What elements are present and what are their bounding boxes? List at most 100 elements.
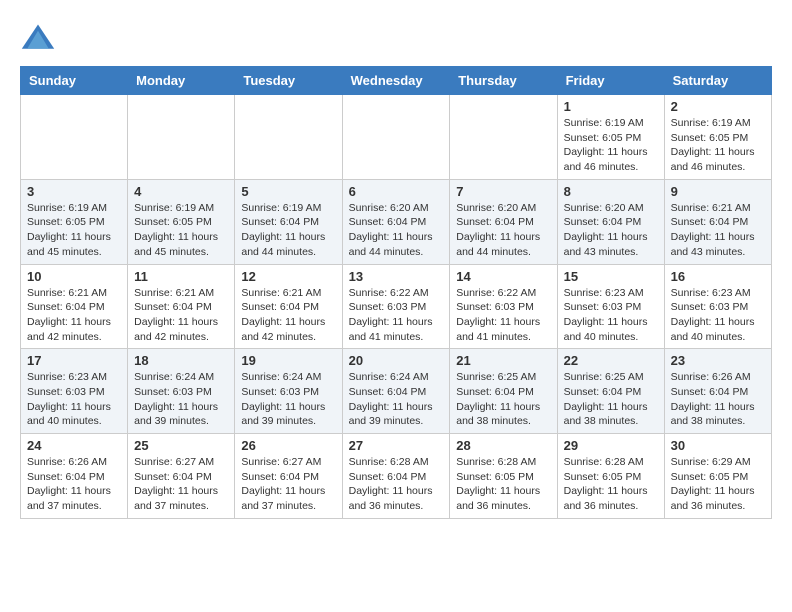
calendar-cell: 30Sunrise: 6:29 AM Sunset: 6:05 PM Dayli… [664,434,771,519]
day-info: Sunrise: 6:26 AM Sunset: 6:04 PM Dayligh… [671,370,765,429]
day-info: Sunrise: 6:28 AM Sunset: 6:05 PM Dayligh… [456,455,550,514]
calendar-cell: 21 Sunrise: 6:25 AM Sunset: 6:04 PM Dayli… [450,349,557,434]
day-info: Sunrise: 6:21 AM Sunset: 6:04 PM Dayligh… [134,286,228,345]
day-number: 19 [241,353,335,368]
day-info: Sunrise: 6:27 AM Sunset: 6:04 PM Dayligh… [134,455,228,514]
calendar-week-row: 10Sunrise: 6:21 AM Sunset: 6:04 PM Dayli… [21,264,772,349]
calendar-cell: 29 Sunrise: 6:28 AM Sunset: 6:05 PM Dayli… [557,434,664,519]
day-of-week-header: Thursday [450,67,557,95]
day-info: Sunrise: 6:22 AM Sunset: 6:03 PM Dayligh… [456,286,550,345]
day-info: Sunrise: 6:25 AM Sunset: 6:04 PM Dayligh… [456,370,550,429]
day-of-week-header: Sunday [21,67,128,95]
calendar-week-row: 3 Sunrise: 6:19 AM Sunset: 6:05 PM Daylig… [21,179,772,264]
day-of-week-header: Monday [128,67,235,95]
day-number: 14 [456,269,550,284]
calendar-cell: 13 Sunrise: 6:22 AM Sunset: 6:03 PM Dayli… [342,264,450,349]
calendar-cell: 9 Sunrise: 6:21 AM Sunset: 6:04 PM Daylig… [664,179,771,264]
day-info: Sunrise: 6:19 AM Sunset: 6:05 PM Dayligh… [564,116,658,175]
day-info: Sunrise: 6:28 AM Sunset: 6:04 PM Dayligh… [349,455,444,514]
day-number: 23 [671,353,765,368]
day-of-week-header: Friday [557,67,664,95]
page-header [20,20,772,56]
day-info: Sunrise: 6:24 AM Sunset: 6:03 PM Dayligh… [134,370,228,429]
day-info: Sunrise: 6:21 AM Sunset: 6:04 PM Dayligh… [671,201,765,260]
day-number: 9 [671,184,765,199]
day-info: Sunrise: 6:21 AM Sunset: 6:04 PM Dayligh… [27,286,121,345]
calendar-cell [342,95,450,180]
day-number: 8 [564,184,658,199]
logo [20,20,60,56]
day-info: Sunrise: 6:22 AM Sunset: 6:03 PM Dayligh… [349,286,444,345]
day-info: Sunrise: 6:25 AM Sunset: 6:04 PM Dayligh… [564,370,658,429]
calendar-week-row: 24 Sunrise: 6:26 AM Sunset: 6:04 PM Dayli… [21,434,772,519]
day-number: 28 [456,438,550,453]
day-info: Sunrise: 6:20 AM Sunset: 6:04 PM Dayligh… [456,201,550,260]
day-number: 12 [241,269,335,284]
day-of-week-header: Tuesday [235,67,342,95]
calendar-cell [235,95,342,180]
day-number: 24 [27,438,121,453]
calendar-week-row: 1Sunrise: 6:19 AM Sunset: 6:05 PM Daylig… [21,95,772,180]
calendar-cell: 4 Sunrise: 6:19 AM Sunset: 6:05 PM Daylig… [128,179,235,264]
calendar-cell: 26Sunrise: 6:27 AM Sunset: 6:04 PM Dayli… [235,434,342,519]
calendar-cell: 7 Sunrise: 6:20 AM Sunset: 6:04 PM Daylig… [450,179,557,264]
calendar-cell: 14 Sunrise: 6:22 AM Sunset: 6:03 PM Dayli… [450,264,557,349]
day-number: 3 [27,184,121,199]
day-number: 7 [456,184,550,199]
calendar-cell: 5 Sunrise: 6:19 AM Sunset: 6:04 PM Daylig… [235,179,342,264]
calendar-cell: 3 Sunrise: 6:19 AM Sunset: 6:05 PM Daylig… [21,179,128,264]
calendar-cell: 23 Sunrise: 6:26 AM Sunset: 6:04 PM Dayli… [664,349,771,434]
day-info: Sunrise: 6:26 AM Sunset: 6:04 PM Dayligh… [27,455,121,514]
calendar-cell: 22 Sunrise: 6:25 AM Sunset: 6:04 PM Dayli… [557,349,664,434]
calendar-cell: 20 Sunrise: 6:24 AM Sunset: 6:04 PM Dayli… [342,349,450,434]
day-number: 18 [134,353,228,368]
day-number: 22 [564,353,658,368]
calendar-cell: 2 Sunrise: 6:19 AM Sunset: 6:05 PM Daylig… [664,95,771,180]
day-info: Sunrise: 6:27 AM Sunset: 6:04 PM Dayligh… [241,455,335,514]
day-number: 20 [349,353,444,368]
day-number: 25 [134,438,228,453]
calendar-cell: 18 Sunrise: 6:24 AM Sunset: 6:03 PM Dayli… [128,349,235,434]
day-info: Sunrise: 6:24 AM Sunset: 6:04 PM Dayligh… [349,370,444,429]
calendar-cell [21,95,128,180]
day-info: Sunrise: 6:23 AM Sunset: 6:03 PM Dayligh… [27,370,121,429]
day-info: Sunrise: 6:23 AM Sunset: 6:03 PM Dayligh… [564,286,658,345]
logo-icon [20,20,56,56]
day-number: 5 [241,184,335,199]
day-of-week-header: Saturday [664,67,771,95]
calendar-cell: 28 Sunrise: 6:28 AM Sunset: 6:05 PM Dayli… [450,434,557,519]
calendar-cell: 24 Sunrise: 6:26 AM Sunset: 6:04 PM Dayli… [21,434,128,519]
calendar-cell [128,95,235,180]
day-number: 17 [27,353,121,368]
calendar-cell: 6Sunrise: 6:20 AM Sunset: 6:04 PM Daylig… [342,179,450,264]
day-number: 13 [349,269,444,284]
day-number: 27 [349,438,444,453]
calendar-cell: 15 Sunrise: 6:23 AM Sunset: 6:03 PM Dayli… [557,264,664,349]
calendar-cell: 10Sunrise: 6:21 AM Sunset: 6:04 PM Dayli… [21,264,128,349]
calendar-cell: 8 Sunrise: 6:20 AM Sunset: 6:04 PM Daylig… [557,179,664,264]
calendar-cell: 17 Sunrise: 6:23 AM Sunset: 6:03 PM Dayli… [21,349,128,434]
day-info: Sunrise: 6:19 AM Sunset: 6:05 PM Dayligh… [134,201,228,260]
day-info: Sunrise: 6:19 AM Sunset: 6:05 PM Dayligh… [27,201,121,260]
day-number: 4 [134,184,228,199]
day-info: Sunrise: 6:23 AM Sunset: 6:03 PM Dayligh… [671,286,765,345]
day-info: Sunrise: 6:24 AM Sunset: 6:03 PM Dayligh… [241,370,335,429]
calendar-week-row: 17 Sunrise: 6:23 AM Sunset: 6:03 PM Dayli… [21,349,772,434]
calendar-table: SundayMondayTuesdayWednesdayThursdayFrid… [20,66,772,519]
day-of-week-header: Wednesday [342,67,450,95]
calendar-cell: 25 Sunrise: 6:27 AM Sunset: 6:04 PM Dayli… [128,434,235,519]
day-info: Sunrise: 6:28 AM Sunset: 6:05 PM Dayligh… [564,455,658,514]
calendar-cell: 1Sunrise: 6:19 AM Sunset: 6:05 PM Daylig… [557,95,664,180]
day-number: 29 [564,438,658,453]
day-info: Sunrise: 6:19 AM Sunset: 6:04 PM Dayligh… [241,201,335,260]
day-info: Sunrise: 6:21 AM Sunset: 6:04 PM Dayligh… [241,286,335,345]
calendar-cell: 11Sunrise: 6:21 AM Sunset: 6:04 PM Dayli… [128,264,235,349]
day-number: 15 [564,269,658,284]
day-info: Sunrise: 6:19 AM Sunset: 6:05 PM Dayligh… [671,116,765,175]
day-number: 2 [671,99,765,114]
calendar-cell: 16Sunrise: 6:23 AM Sunset: 6:03 PM Dayli… [664,264,771,349]
day-number: 21 [456,353,550,368]
day-number: 6 [349,184,444,199]
calendar-cell: 12 Sunrise: 6:21 AM Sunset: 6:04 PM Dayli… [235,264,342,349]
day-info: Sunrise: 6:20 AM Sunset: 6:04 PM Dayligh… [564,201,658,260]
